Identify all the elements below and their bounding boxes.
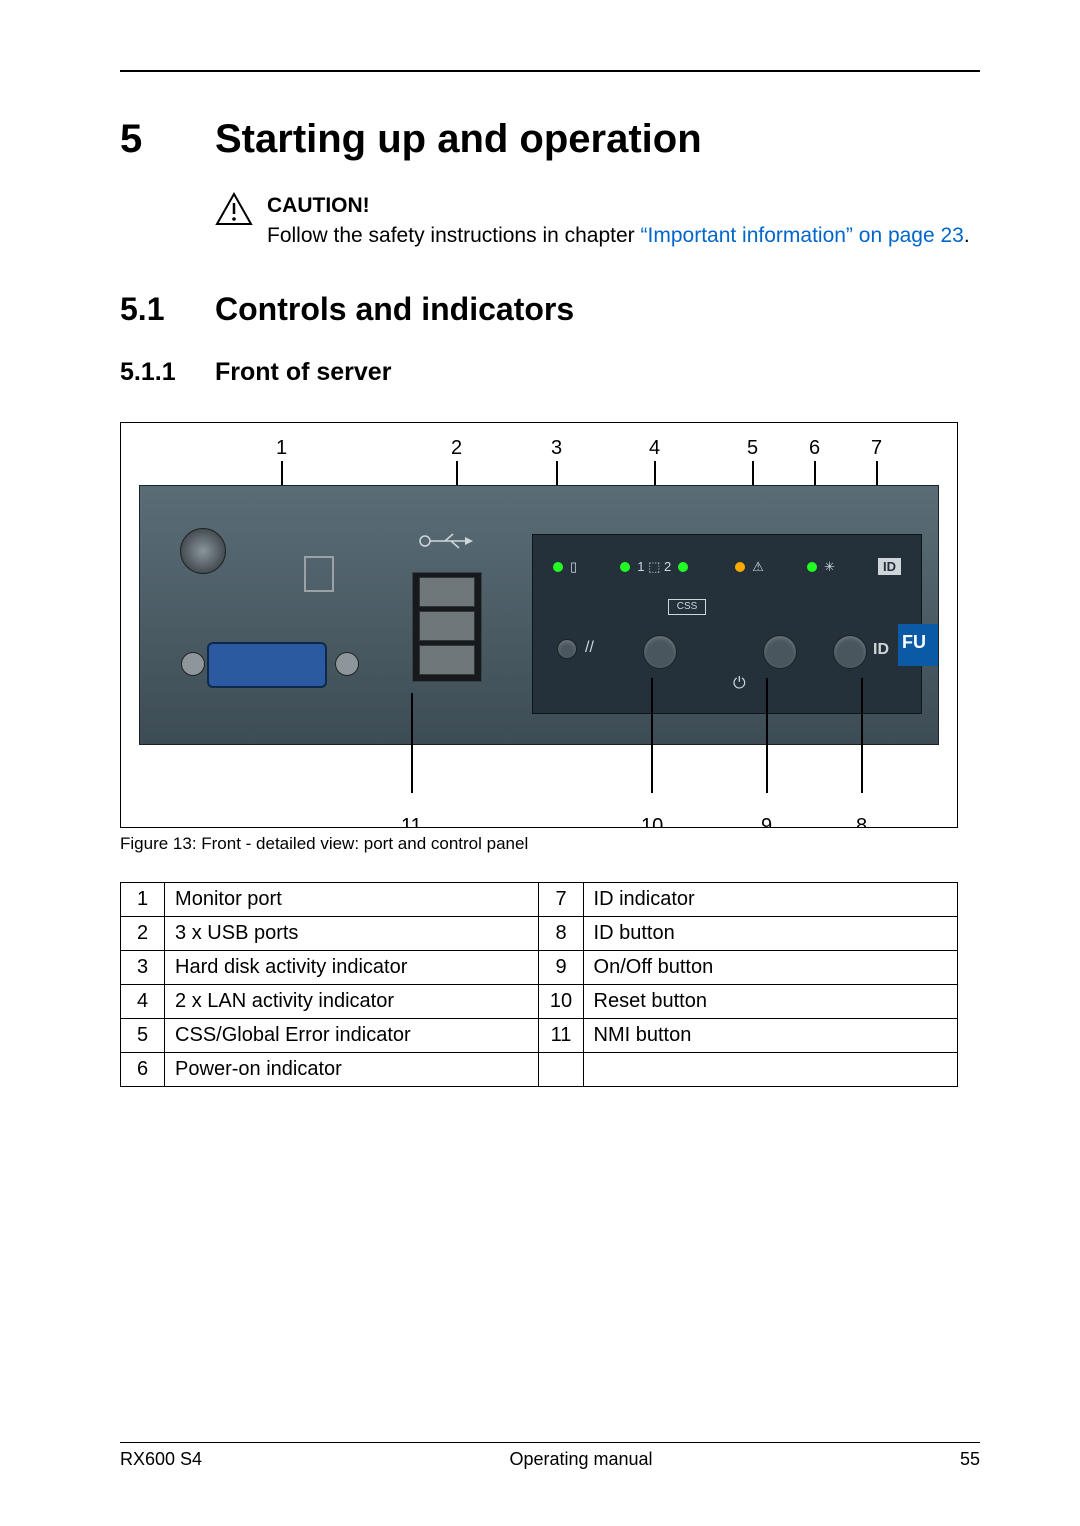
screw-icon [180,528,226,574]
error-indicator-icon: ⚠ [735,559,764,575]
footer-rule [120,1442,980,1443]
legend-desc: Reset button [583,984,957,1018]
section-heading: 5.1 Controls and indicators [120,291,980,328]
id-button-label: ID [873,641,889,659]
legend-desc: CSS/Global Error indicator [165,1018,539,1052]
css-indicator-label: CSS [668,599,706,615]
callout-4: 4 [649,437,660,460]
legend-desc: ID indicator [583,882,957,916]
section-title: Controls and indicators [215,291,574,328]
hex-screw-icon [335,652,359,676]
legend-num: 9 [539,950,583,984]
leader-line [411,693,413,793]
legend-desc: Monitor port [165,882,539,916]
footer-model: RX600 S4 [120,1449,202,1470]
legend-num: 10 [539,984,583,1018]
legend-desc: NMI button [583,1018,957,1052]
footer-doc-title: Operating manual [509,1449,652,1470]
legend-num: 6 [121,1052,165,1086]
legend-desc: Power-on indicator [165,1052,539,1086]
panel-marker [304,556,334,592]
indicator-row: ▯ 1 ⬚ 2 ⚠ ✳ ID [553,553,901,581]
table-row: 3 Hard disk activity indicator 9 On/Off … [121,950,958,984]
usb-port-icon [419,611,475,641]
legend-num: 8 [539,916,583,950]
legend-num: 7 [539,882,583,916]
usb-port-icon [419,577,475,607]
caution-block: CAUTION! Follow the safety instructions … [215,192,980,251]
usb-ports [412,572,482,682]
id-button-icon [833,635,867,669]
legend-num: 3 [121,950,165,984]
legend-num: 2 [121,916,165,950]
brand-tag: FU [898,624,938,666]
legend-num: 4 [121,984,165,1018]
figure-caption: Figure 13: Front - detailed view: port a… [120,834,980,854]
section-number: 5.1 [120,291,215,328]
callout-1: 1 [276,437,287,460]
legend-desc: 3 x USB ports [165,916,539,950]
server-front-panel-photo: ▯ 1 ⬚ 2 ⚠ ✳ ID CSS // ⏻ ID FU [139,485,939,745]
footer-page-number: 55 [960,1449,980,1470]
callout-6: 6 [809,437,820,460]
legend-desc: Hard disk activity indicator [165,950,539,984]
hdd-indicator-icon: ▯ [553,559,577,575]
figure-13: 1 2 3 4 5 6 7 ▯ 1 ⬚ 2 [120,422,958,828]
control-panel: ▯ 1 ⬚ 2 ⚠ ✳ ID CSS // ⏻ ID [532,534,922,714]
table-row: 5 CSS/Global Error indicator 11 NMI butt… [121,1018,958,1052]
chapter-title: Starting up and operation [215,117,702,162]
usb-port-icon [419,645,475,675]
caution-link[interactable]: “Important information” on page 23 [641,224,964,247]
callout-7: 7 [871,437,882,460]
caution-text: CAUTION! Follow the safety instructions … [267,192,970,251]
table-row: 4 2 x LAN activity indicator 10 Reset bu… [121,984,958,1018]
nmi-button-icon [557,639,577,659]
slash-icon: // [585,639,594,657]
table-row: 2 3 x USB ports 8 ID button [121,916,958,950]
subsection-number: 5.1.1 [120,358,215,387]
legend-table: 1 Monitor port 7 ID indicator 2 3 x USB … [120,882,958,1087]
table-row: 6 Power-on indicator [121,1052,958,1086]
callout-5: 5 [747,437,758,460]
chapter-heading: 5 Starting up and operation [120,117,980,162]
table-row: 1 Monitor port 7 ID indicator [121,882,958,916]
callout-10: 10 [641,815,663,828]
legend-desc: 2 x LAN activity indicator [165,984,539,1018]
hex-screw-icon [181,652,205,676]
callout-2: 2 [451,437,462,460]
legend-num: 5 [121,1018,165,1052]
caution-icon [215,192,253,251]
page-footer: RX600 S4 Operating manual 55 [120,1442,980,1470]
callout-11: 11 [401,815,422,828]
caution-body-post: . [964,224,970,247]
legend-desc: On/Off button [583,950,957,984]
power-button-icon [763,635,797,669]
leader-line [861,678,863,793]
power-indicator-icon: ✳ [807,559,835,575]
header-rule [120,70,980,72]
reset-button-icon [643,635,677,669]
leader-line [766,678,768,793]
id-indicator-label: ID [878,558,901,575]
vga-connector-icon [207,642,327,688]
legend-num: 1 [121,882,165,916]
callout-9: 9 [761,815,772,828]
legend-desc: ID button [583,916,957,950]
caution-body-pre: Follow the safety instructions in chapte… [267,224,641,247]
callout-8: 8 [856,815,867,828]
lan-indicator-icon: 1 ⬚ 2 [620,559,692,575]
power-symbol-icon: ⏻ [733,675,746,693]
leader-line [651,678,653,793]
callout-3: 3 [551,437,562,460]
vga-port [185,636,355,696]
usb-icon [402,530,492,557]
subsection-title: Front of server [215,358,391,387]
legend-desc [583,1052,957,1086]
legend-num [539,1052,583,1086]
chapter-number: 5 [120,117,215,162]
subsection-heading: 5.1.1 Front of server [120,358,980,387]
legend-num: 11 [539,1018,583,1052]
caution-label: CAUTION! [267,192,970,220]
